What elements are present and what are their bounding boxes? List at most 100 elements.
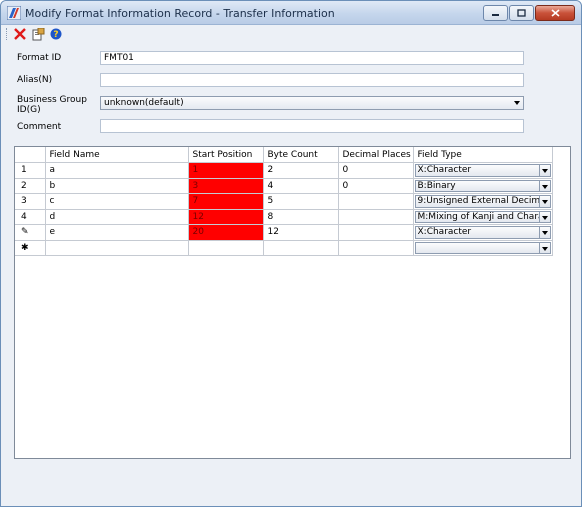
table-row[interactable]: 2 b 3 4 0 B:Binary [15,177,553,194]
table-row[interactable]: 1 a 1 2 0 X:Character [15,162,553,179]
dialog-window: Modify Format Information Record - Trans… [0,0,582,507]
decimal-places-cell[interactable] [337,193,414,210]
delete-button[interactable] [12,26,28,42]
help-button[interactable]: ? [48,26,64,42]
field-type-select[interactable]: 9:Unsigned External Decimal [414,195,551,208]
toolbar-grip [6,28,9,40]
field-type-select[interactable] [414,241,551,254]
table-row[interactable]: ✱ [15,239,553,256]
minimize-button[interactable] [483,5,508,21]
business-group-label-line2: ID(G) [17,105,41,115]
row-header[interactable]: 2 [15,177,46,194]
row-header[interactable]: ✎ [15,224,46,241]
start-position-cell[interactable]: 1 [187,162,264,179]
field-name-cell[interactable]: d [44,208,189,225]
row-header[interactable]: 4 [15,208,46,225]
chevron-down-icon [514,101,520,105]
row-header[interactable]: ✱ [15,239,46,256]
field-name-cell[interactable]: e [44,224,189,241]
comment-field[interactable] [100,119,524,133]
field-type-select[interactable]: X:Character [414,164,551,177]
grid-header-row: Field Name Start Position Byte Count Dec… [15,147,553,163]
byte-count-cell[interactable]: 12 [262,224,339,241]
business-group-label: Business Group ID(G) [17,95,87,115]
business-group-label-line1: Business Group [17,95,87,105]
chevron-down-icon[interactable] [538,196,550,207]
field-type-value: X:Character [417,165,472,175]
field-type-select[interactable]: B:Binary [414,179,551,192]
chevron-down-icon[interactable] [538,180,550,191]
table-row[interactable]: 4 d 12 8 M:Mixing of Kanji and Charact... [15,208,553,225]
field-type-cell: X:Character [412,162,553,179]
column-header-start-position[interactable]: Start Position [187,147,264,163]
alias-field[interactable] [100,73,524,87]
field-name-cell[interactable]: c [44,193,189,210]
close-icon [550,9,560,17]
field-type-value: B:Binary [417,180,456,191]
start-position-cell[interactable]: 3 [187,177,264,194]
title-bar[interactable]: Modify Format Information Record - Trans… [1,1,581,25]
byte-count-cell[interactable]: 8 [262,208,339,225]
field-name-cell[interactable]: a [44,162,189,179]
field-type-cell: M:Mixing of Kanji and Charact... [412,208,553,225]
field-type-cell [412,239,553,256]
alias-label: Alias(N) [17,75,53,85]
maximize-button[interactable] [509,5,534,21]
decimal-places-cell[interactable]: 0 [337,177,414,194]
field-type-cell: X:Character [412,224,553,241]
svg-text:?: ? [53,30,58,40]
byte-count-cell[interactable]: 2 [262,162,339,179]
byte-count-cell[interactable]: 5 [262,193,339,210]
byte-count-cell[interactable] [262,239,339,256]
row-header[interactable]: 3 [15,193,46,210]
field-type-value: M:Mixing of Kanji and Charact... [417,211,550,222]
comment-label: Comment [17,122,62,132]
start-position-cell[interactable]: 12 [187,208,264,225]
format-id-field[interactable]: FMT01 [100,51,524,65]
chevron-down-icon[interactable] [538,227,550,238]
field-type-value: X:Character [417,227,472,237]
format-id-label: Format ID [17,53,62,63]
column-header-decimal-places[interactable]: Decimal Places [337,147,414,163]
chevron-down-icon[interactable] [538,165,550,176]
field-type-cell: B:Binary [412,177,553,194]
column-header-field-type[interactable]: Field Type [412,147,553,163]
minimize-icon [492,13,499,16]
field-type-cell: 9:Unsigned External Decimal [412,193,553,210]
field-type-select[interactable]: X:Character [414,226,551,239]
table-row[interactable]: 3 c 7 5 9:Unsigned External Decimal [15,193,553,210]
table-row[interactable]: ✎ e 20 12 X:Character [15,224,553,241]
column-header-field-name[interactable]: Field Name [44,147,189,163]
decimal-places-cell[interactable] [337,224,414,241]
row-header[interactable]: 1 [15,162,46,179]
start-position-cell[interactable]: 7 [187,193,264,210]
field-name-cell[interactable] [44,239,189,256]
field-grid[interactable]: Field Name Start Position Byte Count Dec… [14,146,571,459]
field-table: Field Name Start Position Byte Count Dec… [15,147,553,256]
column-header-byte-count[interactable]: Byte Count [262,147,339,163]
window-title: Modify Format Information Record - Trans… [25,7,335,20]
toolbar: ? [6,26,66,42]
close-button[interactable] [535,5,575,21]
dialog-client-area: ? Format ID FMT01 Alias(N) Business Grou… [4,26,578,503]
decimal-places-cell[interactable] [337,239,414,256]
field-type-select[interactable]: M:Mixing of Kanji and Charact... [414,210,551,223]
chevron-down-icon[interactable] [538,211,550,222]
decimal-places-cell[interactable] [337,208,414,225]
app-icon [7,6,21,20]
field-type-value: 9:Unsigned External Decimal [417,196,549,206]
maximize-icon [517,9,526,17]
import-button[interactable] [30,26,46,42]
start-position-cell[interactable]: 20 [187,224,264,241]
start-position-cell[interactable] [187,239,264,256]
field-name-cell[interactable]: b [44,177,189,194]
grid-corner-cell [15,147,46,163]
business-group-select[interactable]: unknown(default) [100,96,524,110]
import-icon [32,27,44,40]
delete-icon [14,28,26,40]
chevron-down-icon[interactable] [538,242,550,253]
byte-count-cell[interactable]: 4 [262,177,339,194]
decimal-places-cell[interactable]: 0 [337,162,414,179]
help-icon: ? [50,28,62,40]
business-group-value: unknown(default) [104,98,184,108]
